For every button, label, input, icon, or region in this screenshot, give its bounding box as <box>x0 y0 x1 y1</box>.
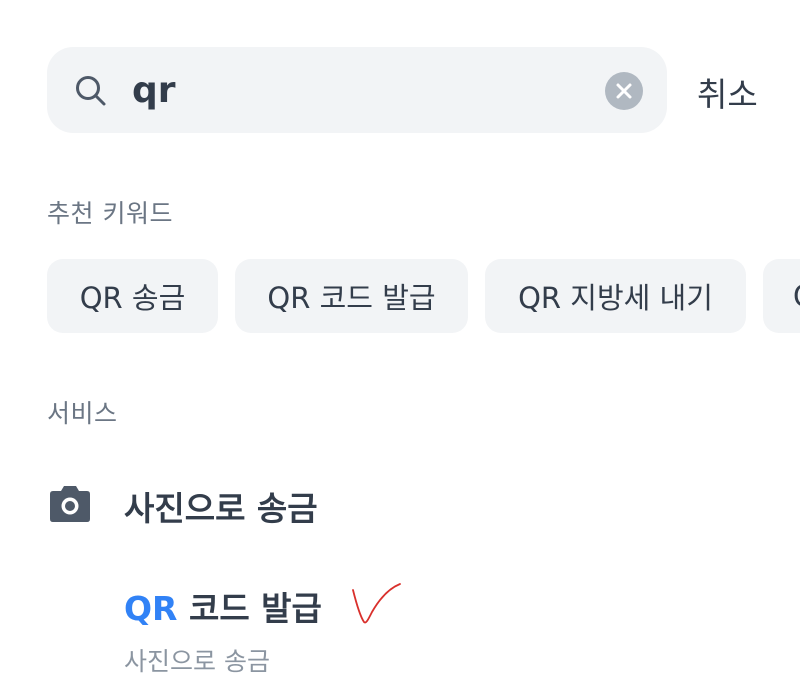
search-highlight: QR <box>124 589 178 628</box>
close-icon <box>616 83 632 99</box>
keyword-chip[interactable]: QR 지방세 내기 <box>485 259 746 333</box>
service-item-label: 사진으로 송금 <box>124 489 318 528</box>
keywords-section-title: 추천 키워드 <box>47 199 173 228</box>
keyword-chip[interactable]: Q <box>763 259 800 333</box>
handwritten-check-icon <box>352 583 401 624</box>
cancel-button[interactable]: 취소 <box>697 68 758 116</box>
keyword-chip[interactable]: QR 송금 <box>47 259 218 333</box>
service-item-subtitle: 사진으로 송금 <box>124 647 270 676</box>
service-item-photo-transfer[interactable]: 사진으로 송금 <box>0 470 800 540</box>
service-item-label-rest: 코드 발급 <box>177 589 322 628</box>
keyword-chip[interactable]: QR 코드 발급 <box>235 259 468 333</box>
clear-search-button[interactable] <box>605 72 643 110</box>
search-input[interactable] <box>132 65 582 115</box>
service-item-label: QR 코드 발급 <box>124 582 322 630</box>
search-icon <box>76 76 106 106</box>
keyword-chip-list: QR 송금 QR 코드 발급 QR 지방세 내기 Q <box>47 259 800 333</box>
camera-icon <box>50 486 90 522</box>
services-section-title: 서비스 <box>47 399 118 428</box>
service-item-qr-code[interactable]: QR 코드 발급 사진으로 송금 <box>0 570 800 680</box>
search-box[interactable] <box>47 47 667 133</box>
